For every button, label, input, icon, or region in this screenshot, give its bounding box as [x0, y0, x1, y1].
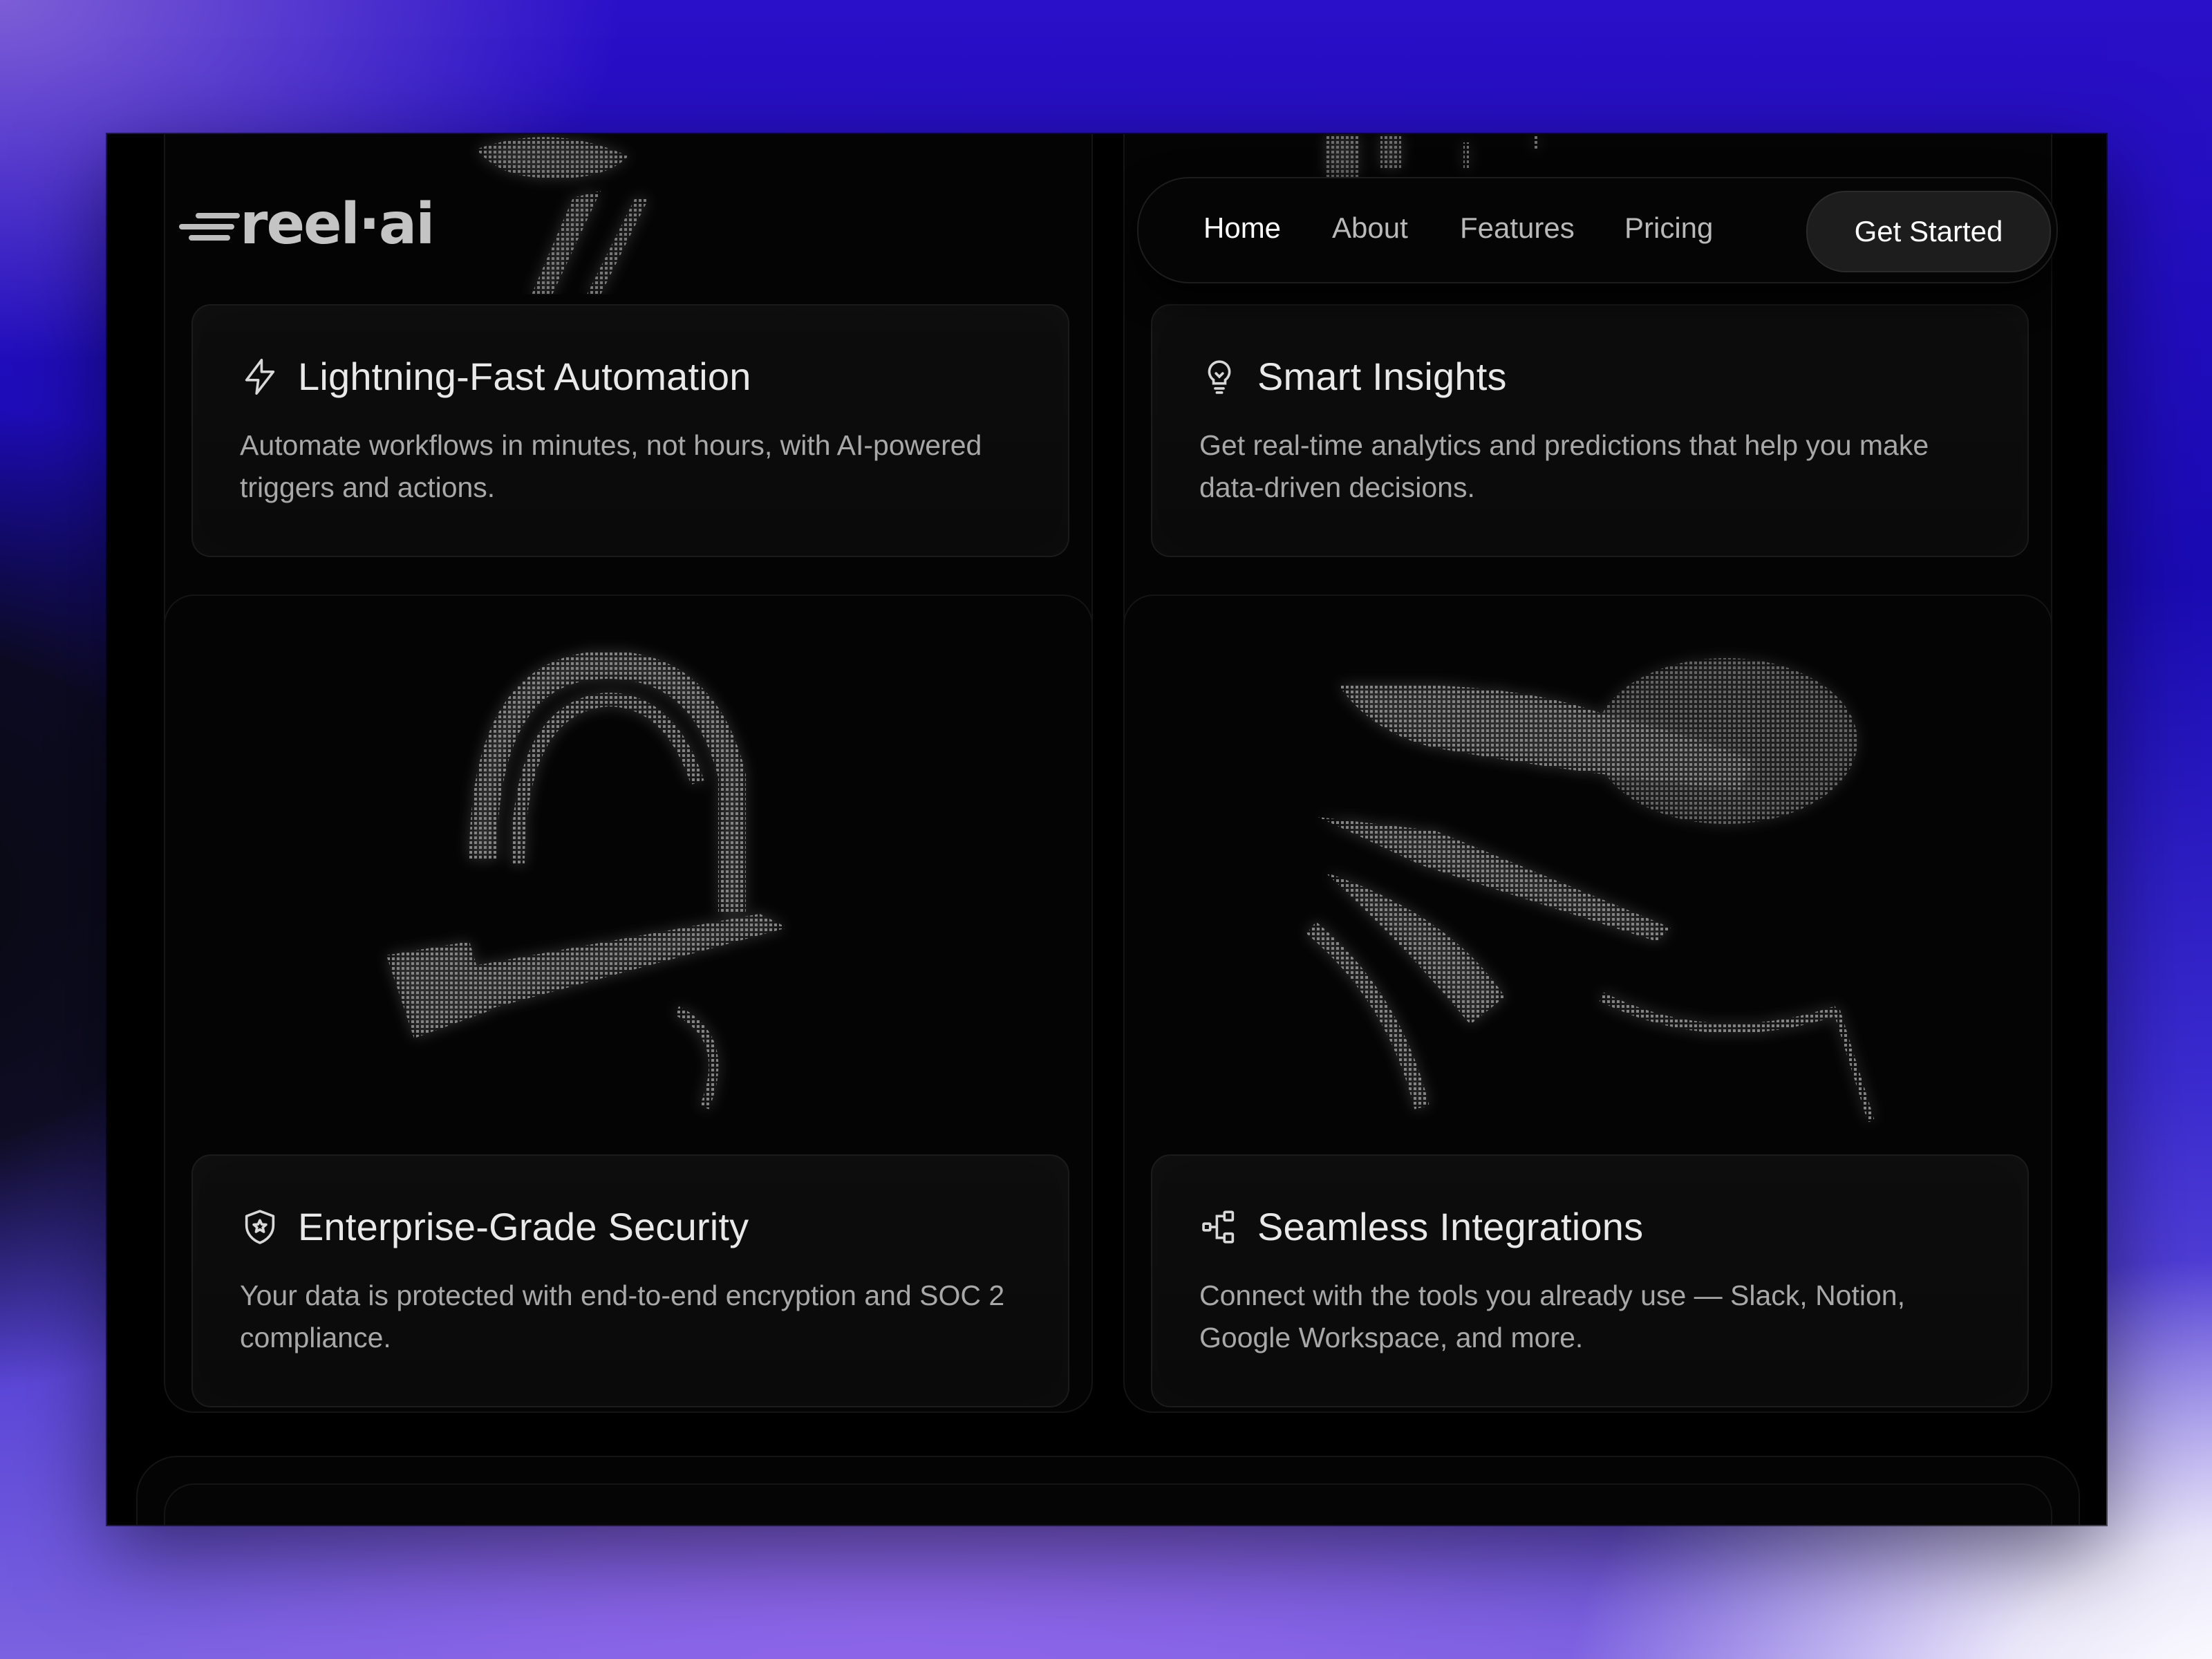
- feature-panel: Smart Insights Get real-time analytics a…: [1151, 304, 2029, 557]
- feature-description: Your data is protected with end-to-end e…: [240, 1280, 1005, 1353]
- browser-viewport: Lightning-Fast Automation Automate workf…: [107, 134, 2106, 1525]
- feature-description: Automate workflows in minutes, not hours…: [240, 429, 982, 503]
- lightbulb-icon: [1208, 359, 1231, 394]
- top-nav: Home About Features Pricing Get Started: [1137, 177, 2058, 283]
- speed-lines-icon: [179, 213, 240, 241]
- blade-illustration: [1306, 658, 1875, 1123]
- nav-home[interactable]: Home: [1203, 212, 1281, 245]
- nav-about[interactable]: About: [1332, 212, 1408, 245]
- lightning-icon: [245, 358, 275, 395]
- feature-title: Lightning-Fast Automation: [298, 355, 751, 398]
- nav-features[interactable]: Features: [1460, 212, 1575, 245]
- nav-pricing[interactable]: Pricing: [1624, 212, 1713, 245]
- feature-description: Get real-time analytics and predictions …: [1199, 429, 1929, 503]
- next-section-inner: [164, 1483, 2052, 1525]
- feature-card-security: Enterprise-Grade Security Your data is p…: [164, 594, 1093, 1413]
- brand-logo[interactable]: reel·ai: [176, 191, 439, 265]
- shield-star-icon: [245, 1209, 275, 1244]
- feature-panel: Seamless Integrations Connect with the t…: [1151, 1154, 2029, 1407]
- feature-panel: Lightning-Fast Automation Automate workf…: [191, 304, 1069, 557]
- feature-card-integrations: Seamless Integrations Connect with the t…: [1123, 594, 2052, 1413]
- feature-panel: Enterprise-Grade Security Your data is p…: [191, 1154, 1069, 1407]
- integrations-icon: [1202, 1210, 1235, 1244]
- padlock-illustration: [386, 650, 787, 1109]
- feature-title: Seamless Integrations: [1257, 1205, 1644, 1248]
- feature-description: Connect with the tools you already use —…: [1199, 1280, 1905, 1353]
- feature-title: Enterprise-Grade Security: [298, 1205, 749, 1248]
- get-started-button[interactable]: Get Started: [1806, 191, 2051, 272]
- feature-title: Smart Insights: [1257, 355, 1507, 398]
- brand-name: reel·ai: [240, 192, 433, 257]
